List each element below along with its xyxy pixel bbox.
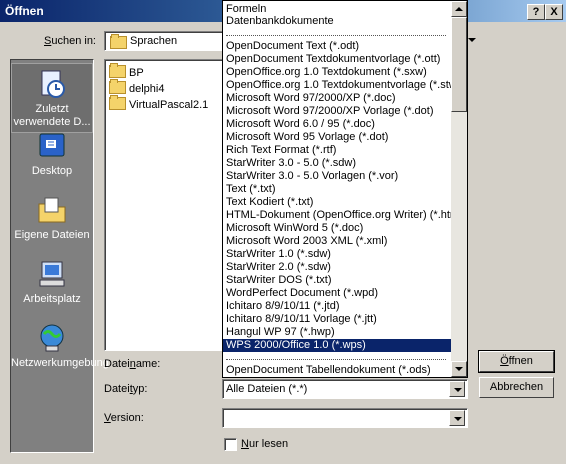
dropdown-option[interactable]: HTML-Dokument (OpenOffice.org Writer) (*…: [226, 209, 462, 222]
dropdown-option[interactable]: Datenbankdokumente: [226, 15, 334, 28]
dropdown-option[interactable]: Ichitaro 8/9/10/11 (*.jtd): [226, 300, 340, 313]
dropdown-scrollbar[interactable]: [451, 1, 467, 377]
list-separator: [226, 359, 446, 360]
filetype-dropdown-list[interactable]: Formeln Datenbankdokumente OpenDocument Te…: [222, 0, 468, 378]
scroll-thumb[interactable]: [451, 17, 467, 112]
list-separator: [226, 35, 446, 36]
dropdown-option[interactable]: WordPerfect Document (*.wpd): [226, 287, 378, 300]
dropdown-option[interactable]: StarWriter 3.0 - 5.0 Vorlagen (*.vor): [226, 170, 398, 183]
my-documents-icon: [36, 194, 68, 226]
place-computer-label: Arbeitsplatz: [23, 293, 81, 305]
look-in-label: Suchen in:: [44, 35, 96, 47]
place-network-label: Netzwerkumgebung: [11, 357, 109, 369]
list-item[interactable]: VirtualPascal2.1: [109, 95, 208, 113]
folder-icon: [109, 79, 126, 94]
readonly-checkbox[interactable]: [224, 438, 237, 451]
place-recent-label: Zuletzt verwendete D...: [13, 103, 91, 128]
window-title: Öffnen: [5, 4, 44, 18]
open-button[interactable]: Öffnen: [478, 350, 555, 373]
chevron-down-icon: [455, 367, 463, 371]
place-recent[interactable]: Zuletzt verwendete D...: [11, 63, 93, 133]
close-button[interactable]: X: [545, 4, 563, 20]
version-combo[interactable]: [222, 408, 468, 428]
filename-label: Dateiname:: [104, 358, 161, 370]
desktop-icon: [36, 130, 68, 162]
dropdown-option[interactable]: StarWriter 3.0 - 5.0 (*.sdw): [226, 157, 356, 170]
filetype-combo[interactable]: Alle Dateien (*.*): [222, 379, 468, 399]
dropdown-option[interactable]: OpenOffice.org 1.0 Textdokument (*.sxw): [226, 66, 427, 79]
network-icon: [36, 322, 68, 354]
dropdown-option[interactable]: OpenDocument Text (*.odt): [226, 40, 359, 53]
file-list[interactable]: BP delphi4 VirtualPascal2.1: [104, 59, 226, 351]
dropdown-option[interactable]: WPS 2000/Office 1.0 (*.wps): [223, 339, 454, 352]
dropdown-option[interactable]: StarWriter DOS (*.txt): [226, 274, 332, 287]
version-label: Version:: [104, 412, 144, 424]
scroll-up-button[interactable]: [451, 1, 467, 17]
folder-icon: [109, 63, 126, 78]
folder-icon: [109, 95, 126, 110]
place-documents[interactable]: Eigene Dateien: [11, 194, 93, 242]
recent-documents-icon: [36, 68, 68, 100]
cancel-button[interactable]: Abbrechen: [479, 377, 554, 398]
scroll-down-button[interactable]: [451, 361, 467, 377]
place-computer[interactable]: Arbeitsplatz: [11, 258, 93, 306]
dropdown-option[interactable]: OpenDocument Textdokumentvorlage (*.ott): [226, 53, 440, 66]
version-dropdown-button[interactable]: [449, 410, 465, 426]
look-in-value: Sprachen: [130, 35, 178, 47]
dropdown-option[interactable]: Microsoft Word 95 Vorlage (*.dot): [226, 131, 388, 144]
dropdown-option[interactable]: StarWriter 2.0 (*.sdw): [226, 261, 331, 274]
chevron-down-icon[interactable]: [468, 38, 476, 42]
dropdown-option[interactable]: OpenOffice.org 1.0 Textdokumentvorlage (…: [226, 79, 457, 92]
dropdown-option[interactable]: Text (*.txt): [226, 183, 276, 196]
place-documents-label: Eigene Dateien: [14, 229, 90, 241]
filetype-value: Alle Dateien (*.*): [226, 383, 308, 395]
my-computer-icon: [36, 258, 68, 290]
dropdown-option[interactable]: Rich Text Format (*.rtf): [226, 144, 336, 157]
dropdown-option[interactable]: Microsoft Word 2003 XML (*.xml): [226, 235, 387, 248]
filetype-dropdown-button[interactable]: [449, 381, 465, 397]
dropdown-option[interactable]: Microsoft WinWord 5 (*.doc): [226, 222, 363, 235]
chevron-up-icon: [455, 7, 463, 11]
place-network[interactable]: Netzwerkumgebung: [11, 322, 109, 370]
dropdown-option[interactable]: Text Kodiert (*.txt): [226, 196, 313, 209]
help-button[interactable]: ?: [527, 4, 545, 20]
folder-icon: [110, 34, 127, 49]
place-desktop[interactable]: Desktop: [11, 130, 93, 178]
readonly-label: Nur lesen: [241, 438, 289, 450]
places-bar: Zuletzt verwendete D... Desktop Eigene D…: [10, 59, 109, 453]
dropdown-option[interactable]: Microsoft Word 97/2000/XP (*.doc): [226, 92, 396, 105]
dropdown-option[interactable]: Ichitaro 8/9/10/11 Vorlage (*.jtt): [226, 313, 377, 326]
dropdown-option[interactable]: Hangul WP 97 (*.hwp): [226, 326, 335, 339]
look-in-combo[interactable]: Sprachen: [104, 31, 226, 51]
dropdown-option[interactable]: StarWriter 1.0 (*.sdw): [226, 248, 331, 261]
dropdown-option[interactable]: Microsoft Word 6.0 / 95 (*.doc): [226, 118, 375, 131]
dropdown-option[interactable]: OpenDocument Tabellendokument (*.ods): [226, 364, 431, 377]
dropdown-option[interactable]: Microsoft Word 97/2000/XP Vorlage (*.dot…: [226, 105, 433, 118]
place-desktop-label: Desktop: [31, 165, 73, 177]
filetype-label: Dateityp:: [104, 383, 148, 395]
